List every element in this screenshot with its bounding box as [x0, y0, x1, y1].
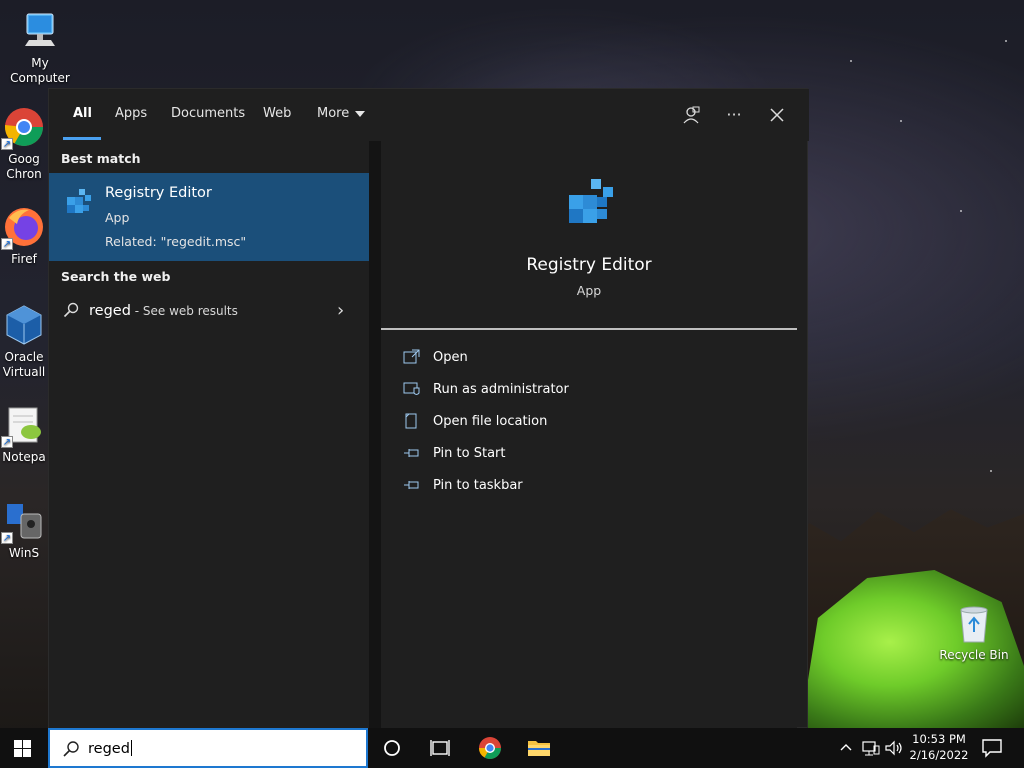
desktop-icon-firefox[interactable]: ↗ Firef	[0, 206, 48, 267]
desktop-icon-recycle-bin[interactable]: Recycle Bin	[936, 602, 1012, 663]
desktop-icon-label: Notepa	[2, 450, 46, 464]
folder-icon	[528, 741, 550, 756]
taskbar-search-box[interactable]: reged	[48, 728, 368, 768]
shortcut-arrow-icon: ↗	[1, 138, 13, 150]
registry-editor-large-icon	[563, 173, 619, 229]
open-icon	[403, 349, 421, 365]
desktop-icon-label: Oracle Virtuall	[2, 350, 46, 379]
more-options-icon[interactable]: ···	[722, 103, 746, 127]
wallpaper-star	[900, 120, 902, 122]
cortana-icon	[384, 740, 400, 756]
web-query-text: reged	[89, 303, 131, 319]
start-search-panel: All Apps Documents Web More ··· Best mat…	[48, 88, 809, 729]
result-preview-pane: Registry Editor App Open Run as administ…	[381, 153, 797, 729]
chevron-right-icon[interactable]: ›	[337, 300, 344, 321]
desktop-icon-winscp[interactable]: ↗ WinS	[0, 500, 48, 561]
action-label: Open	[433, 350, 468, 365]
search-filter-tabs: All Apps Documents Web More ···	[49, 89, 809, 141]
desktop-icon-label: My Computer	[10, 56, 70, 85]
winscp-icon: ↗	[1, 500, 45, 544]
task-view-button[interactable]	[420, 728, 460, 768]
notepad-plus-plus-icon: ↗	[1, 404, 45, 448]
windows-start-icon[interactable]	[14, 740, 31, 757]
desktop-icon-notepad[interactable]: ↗ Notepa	[0, 404, 48, 465]
pin-icon	[403, 477, 421, 493]
registry-editor-icon	[63, 185, 95, 217]
tab-more-label: More	[317, 106, 350, 121]
wallpaper-star	[990, 470, 992, 472]
desktop-icon-my-computer[interactable]: My Computer	[2, 10, 78, 86]
preview-title: Registry Editor	[526, 255, 652, 275]
run-as-admin-icon	[403, 381, 421, 397]
preview-type: App	[576, 283, 602, 298]
cortana-button[interactable]	[372, 728, 412, 768]
action-open[interactable]: Open	[403, 345, 783, 371]
action-run-as-administrator[interactable]: Run as administrator	[403, 377, 783, 403]
action-label: Run as administrator	[433, 382, 569, 397]
action-label: Pin to Start	[433, 446, 506, 461]
wallpaper-star	[1005, 40, 1007, 42]
recycle-bin-icon	[953, 602, 995, 644]
best-match-heading: Best match	[61, 151, 141, 166]
firefox-icon: ↗	[1, 206, 45, 250]
panel-divider	[369, 141, 381, 729]
action-label: Open file location	[433, 414, 548, 429]
action-label: Pin to taskbar	[433, 478, 523, 493]
wallpaper-star	[960, 210, 962, 212]
task-view-icon	[430, 740, 450, 756]
tab-documents[interactable]: Documents	[171, 89, 245, 141]
tab-more[interactable]: More	[317, 89, 366, 141]
taskbar-chrome-button[interactable]	[470, 728, 510, 768]
web-search-query: reged - See web results	[89, 303, 238, 319]
computer-icon	[19, 10, 61, 52]
desktop-icon-label: Goog Chron	[6, 152, 42, 181]
chrome-icon: ↗	[1, 106, 45, 150]
clock-date: 2/16/2022	[909, 748, 969, 762]
search-web-heading: Search the web	[61, 269, 171, 284]
file-location-icon	[403, 413, 421, 429]
desktop-icon-chrome[interactable]: ↗ Goog Chron	[0, 106, 48, 182]
shortcut-arrow-icon: ↗	[1, 532, 13, 544]
feedback-icon[interactable]	[679, 103, 703, 127]
tab-active-underline	[63, 137, 101, 140]
taskbar-file-explorer-button[interactable]	[519, 728, 559, 768]
best-match-title: Registry Editor	[105, 185, 212, 201]
web-query-suffix: - See web results	[130, 304, 238, 318]
shortcut-arrow-icon: ↗	[1, 238, 13, 250]
search-input[interactable]: reged	[88, 740, 132, 757]
shortcut-arrow-icon: ↗	[1, 436, 13, 448]
search-input-value: reged	[88, 741, 130, 757]
notification-center-icon[interactable]	[980, 736, 1004, 760]
action-pin-to-start[interactable]: Pin to Start	[403, 441, 783, 467]
tab-all[interactable]: All	[73, 89, 92, 141]
desktop-icon-virtualbox[interactable]: Oracle Virtuall	[0, 304, 48, 380]
best-match-result[interactable]: Registry Editor App Related: "regedit.ms…	[49, 173, 369, 261]
desktop-icon-label: WinS	[8, 546, 40, 560]
network-icon[interactable]	[862, 738, 880, 768]
chevron-down-icon	[355, 110, 366, 117]
action-pin-to-taskbar[interactable]: Pin to taskbar	[403, 473, 783, 499]
virtualbox-icon	[3, 304, 45, 346]
desktop-icon-label: Firef	[11, 252, 37, 266]
chrome-icon	[479, 737, 501, 759]
taskbar-clock[interactable]: 10:53 PM 2/16/2022	[906, 731, 972, 763]
web-search-result[interactable]: reged - See web results ›	[49, 293, 369, 329]
pin-icon	[403, 445, 421, 461]
volume-icon[interactable]	[884, 738, 904, 768]
chevron-up-icon[interactable]	[838, 738, 854, 768]
desktop-icon-label: Recycle Bin	[939, 648, 1009, 662]
tab-apps[interactable]: Apps	[115, 89, 147, 141]
best-match-related: Related: "regedit.msc"	[105, 234, 247, 249]
wallpaper-star	[850, 60, 852, 62]
clock-time: 10:53 PM	[912, 732, 966, 746]
close-icon[interactable]	[765, 103, 789, 127]
search-icon	[62, 740, 80, 758]
text-cursor	[130, 740, 132, 756]
search-icon	[63, 302, 79, 318]
action-open-file-location[interactable]: Open file location	[403, 409, 783, 435]
preview-separator	[381, 328, 797, 330]
tab-web[interactable]: Web	[263, 89, 291, 141]
best-match-type: App	[105, 210, 130, 225]
